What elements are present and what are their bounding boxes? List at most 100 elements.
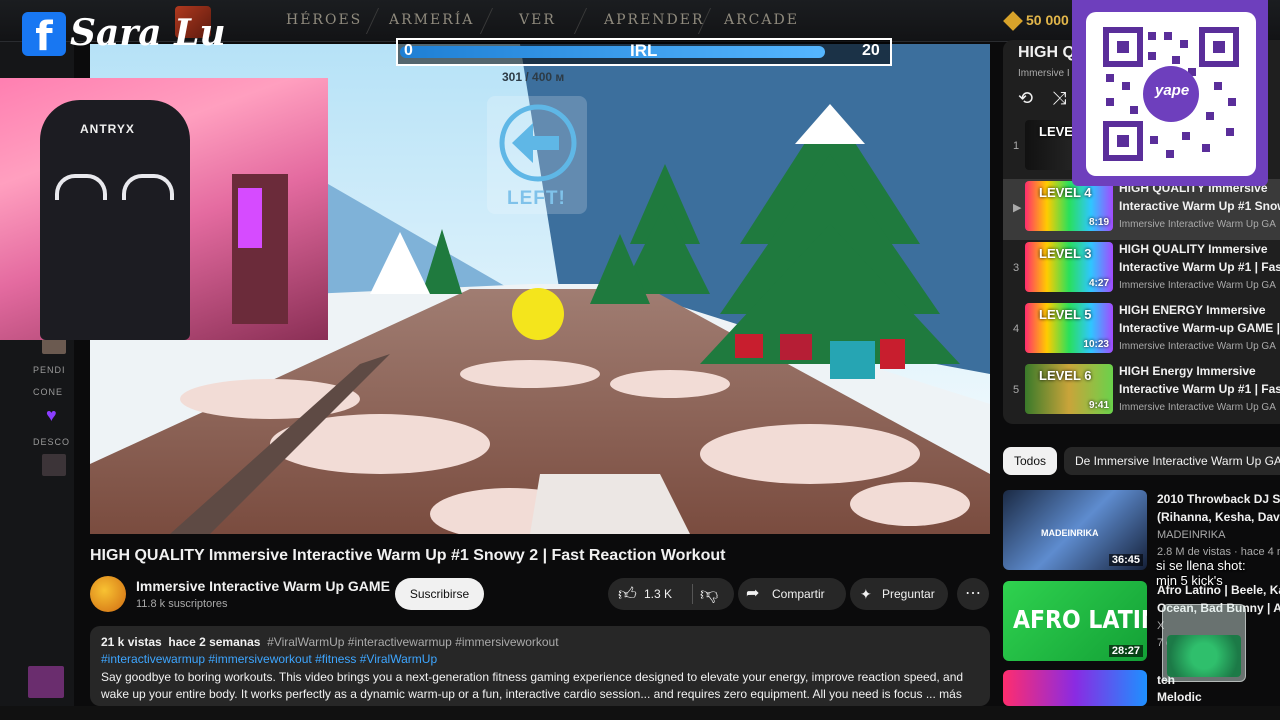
playlist-item[interactable]: 3 LEVEL 3 4:27 HIGH QUALITY Immersive In… bbox=[1003, 240, 1280, 301]
hashtags[interactable]: #ViralWarmUp #interactivewarmup #immersi… bbox=[267, 635, 558, 649]
thumbnail-duration: 10:23 bbox=[1083, 339, 1109, 350]
user-avatar[interactable] bbox=[28, 666, 64, 698]
nav-heroes[interactable]: HÉROES bbox=[286, 12, 362, 28]
gaming-chair bbox=[40, 100, 190, 340]
tray-section-pending[interactable]: PENDI bbox=[33, 365, 66, 375]
video-title: HIGH QUALITY Immersive Interactive Warm … bbox=[90, 547, 726, 564]
playlist-item-title-cont: Interactive Warm Up #1 | Fast bbox=[1119, 260, 1280, 274]
bottom-bar bbox=[0, 706, 1280, 720]
goal-jar-overlay bbox=[1162, 604, 1246, 682]
share-button[interactable]: ➦ Compartir bbox=[738, 578, 846, 610]
playlist-thumbnail: LEVEL 6 9:41 bbox=[1025, 364, 1113, 414]
playlist-item-title-cont: Interactive Warm Up #1 Snow bbox=[1119, 199, 1280, 213]
shuffle-icon[interactable]: ⤨ bbox=[1052, 88, 1066, 109]
playlist-item-index: 1 bbox=[1013, 140, 1020, 152]
tray-section-disconnected[interactable]: DESCO bbox=[33, 437, 70, 447]
recommended-thumbnail[interactable] bbox=[1003, 670, 1147, 706]
jar-fill bbox=[1167, 635, 1241, 677]
playlist-item[interactable]: 5 LEVEL 6 9:41 HIGH Energy Immersive Int… bbox=[1003, 362, 1280, 423]
nav-watch[interactable]: VER bbox=[519, 12, 556, 28]
playlist-item-index: 3 bbox=[1013, 262, 1020, 274]
direction-label: LEFT! bbox=[507, 188, 566, 209]
thumbnail-label: AFRO LATINO bbox=[1013, 605, 1147, 634]
hud-mode-label: IRL bbox=[630, 41, 658, 60]
thumbnail-duration: 8:19 bbox=[1088, 217, 1109, 228]
qr-label: yape bbox=[1155, 82, 1190, 99]
playlist-item-channel: Immersive Interactive Warm Up GA bbox=[1119, 341, 1276, 352]
subscribe-button[interactable]: Suscribirse bbox=[395, 578, 484, 610]
now-playing-icon: ▶ bbox=[1013, 202, 1022, 214]
thumbnail-level: LEVEL 4 bbox=[1039, 185, 1092, 200]
room-light bbox=[238, 188, 262, 248]
playlist-item-title-cont: Interactive Warm Up #1 | Fast bbox=[1119, 382, 1280, 396]
ask-label: Preguntar bbox=[882, 587, 935, 601]
recommended-channel[interactable]: MADEINRIKA bbox=[1157, 529, 1225, 541]
playlist-thumbnail: LEVEL 5 10:23 bbox=[1025, 303, 1113, 353]
thumbnail-label: MADEINRIKA bbox=[1041, 528, 1099, 538]
playlist-item-index: 5 bbox=[1013, 384, 1020, 396]
playlist-item-current[interactable]: ▶ LEVEL 4 8:19 HIGH QUALITY Immersive In… bbox=[1003, 179, 1280, 240]
share-icon: ➦ bbox=[746, 585, 760, 602]
qr-card: yape bbox=[1086, 12, 1256, 176]
share-label: Compartir bbox=[772, 587, 825, 601]
webcam-feed: ANTRYX bbox=[0, 78, 328, 340]
hashtag-links[interactable]: #interactivewarmup #immersiveworkout #fi… bbox=[101, 652, 437, 666]
playlist-item[interactable]: 4 LEVEL 5 10:23 HIGH ENERGY Immersive In… bbox=[1003, 301, 1280, 362]
playlist-item-title: HIGH ENERGY Immersive bbox=[1119, 303, 1266, 317]
like-dislike-group: 👍︎ 1.3 K 👎︎ bbox=[608, 578, 734, 610]
playlist-thumbnail: LEVEL 3 4:27 bbox=[1025, 242, 1113, 292]
playlist-item-title: HIGH Energy Immersive bbox=[1119, 364, 1256, 378]
thumbnail-duration: 4:27 bbox=[1088, 278, 1109, 289]
subscriber-count: 11.8 k suscriptores bbox=[136, 598, 228, 610]
recommended-thumbnail[interactable]: MADEINRIKA 36:45 bbox=[1003, 490, 1147, 570]
chip-all[interactable]: Todos bbox=[1003, 447, 1057, 475]
chair-emblem bbox=[55, 174, 107, 200]
thumbs-down-icon[interactable]: 👎︎ bbox=[700, 578, 718, 610]
gold-balance: 50 000 bbox=[1026, 12, 1069, 28]
more-actions-icon[interactable]: ⋯ bbox=[957, 578, 989, 610]
divider bbox=[692, 584, 693, 604]
tray-section-connected[interactable]: CONE bbox=[33, 387, 63, 397]
thumbnail-level: LEVEL 5 bbox=[1039, 307, 1092, 322]
nav-armory[interactable]: ARMERÍA bbox=[389, 12, 474, 28]
ask-button[interactable]: ✦ Preguntar bbox=[850, 578, 948, 610]
chair-brand: ANTRYX bbox=[80, 122, 135, 136]
race-progress-fill bbox=[400, 46, 825, 58]
nav-learn[interactable]: APRENDER bbox=[604, 12, 705, 28]
recommended-title-cont[interactable]: Melodic bbox=[1157, 690, 1202, 704]
playlist-item-channel: Immersive Interactive Warm Up GA bbox=[1119, 280, 1276, 291]
friend-avatar[interactable] bbox=[42, 454, 66, 476]
playlist-item-channel: Immersive Interactive Warm Up GA bbox=[1119, 402, 1276, 413]
chat-line: si se llena shot: bbox=[1156, 558, 1246, 573]
playlist-thumbnail: LEVEL 4 8:19 bbox=[1025, 181, 1113, 231]
loop-icon[interactable]: ⟲ bbox=[1018, 88, 1033, 109]
playlist-item-title: HIGH QUALITY Immersive bbox=[1119, 242, 1268, 256]
playlist-title[interactable]: HIGH Q bbox=[1018, 44, 1075, 62]
channel-avatar[interactable] bbox=[90, 576, 126, 612]
like-count[interactable]: 1.3 K bbox=[644, 578, 672, 610]
playlist-item-index: 4 bbox=[1013, 323, 1020, 335]
heart-icon: ♥ bbox=[46, 405, 57, 425]
thumbnail-duration: 28:27 bbox=[1108, 645, 1143, 657]
recommended-title[interactable]: 2010 Throwback DJ Se bbox=[1157, 492, 1280, 506]
facebook-icon: f bbox=[22, 12, 66, 56]
thumbs-up-icon[interactable]: 👍︎ bbox=[618, 578, 637, 610]
recommended-thumbnail[interactable]: AFRO LATINO 28:27 bbox=[1003, 581, 1147, 661]
chair-emblem bbox=[122, 174, 174, 200]
chat-overlay-message: si se llena shot: min 5 kick's bbox=[1156, 558, 1246, 588]
playlist-channel[interactable]: Immersive I bbox=[1018, 68, 1070, 79]
thumbnail-level: LEVEL 6 bbox=[1039, 368, 1092, 383]
recommended-meta: 2.8 M de vistas · hace 4 m bbox=[1157, 546, 1280, 558]
nav-arcade[interactable]: ARCADE bbox=[724, 12, 799, 28]
channel-name[interactable]: Immersive Interactive Warm Up GAME bbox=[136, 578, 390, 594]
distance-counter: 301 / 400 м bbox=[502, 70, 565, 84]
chip-from-channel[interactable]: De Immersive Interactive Warm Up GA bbox=[1064, 447, 1280, 475]
hud-score-right: 20 bbox=[862, 42, 880, 59]
thumbnail-level: LEVEL 3 bbox=[1039, 246, 1092, 261]
description-text-cont: wake up your entire body. It works perfe… bbox=[101, 687, 962, 701]
friend-avatar[interactable] bbox=[42, 338, 66, 354]
upload-date: hace 2 semanas bbox=[168, 635, 261, 649]
description-text: Say goodbye to boring workouts. This vid… bbox=[101, 670, 964, 684]
recommended-title-cont[interactable]: (Rihanna, Kesha, David bbox=[1157, 510, 1280, 524]
playlist-item-channel: Immersive Interactive Warm Up GA bbox=[1119, 219, 1276, 230]
